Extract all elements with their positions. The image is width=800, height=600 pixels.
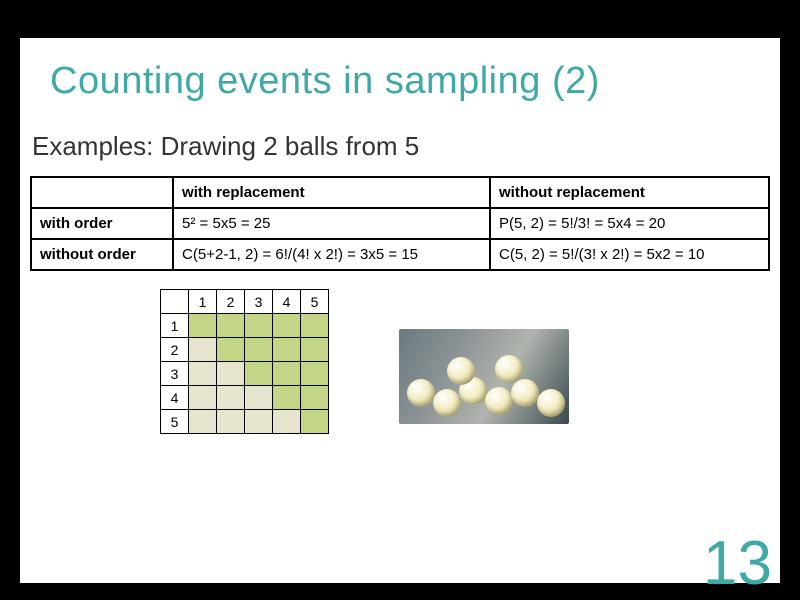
grid-row-header: 4	[161, 386, 189, 410]
cell-without-order-with-replacement: C(5+2-1, 2) = 6!/(4! x 2!) = 3x5 = 15	[173, 239, 490, 270]
grid-row-header: 2	[161, 338, 189, 362]
grid-cell	[301, 314, 329, 338]
combinatorial-grid: 1 2 3 4 5 1 2	[160, 289, 329, 434]
row-header-without-order: without order	[31, 239, 173, 270]
grid-row-header: 1	[161, 314, 189, 338]
grid-cell	[301, 338, 329, 362]
grid-cell	[301, 386, 329, 410]
grid-cell	[273, 314, 301, 338]
grid-col-header: 5	[301, 290, 329, 314]
table-corner	[31, 177, 173, 208]
grid-col-header: 2	[217, 290, 245, 314]
grid-row-header: 5	[161, 410, 189, 434]
page-number: 13	[703, 533, 772, 595]
grid-cell	[217, 314, 245, 338]
grid-cell	[273, 362, 301, 386]
slide-subtitle: Examples: Drawing 2 balls from 5	[20, 113, 780, 170]
slide: Counting events in sampling (2) Examples…	[20, 38, 780, 583]
grid-cell	[245, 362, 273, 386]
grid-cell	[273, 386, 301, 410]
grid-col-header: 3	[245, 290, 273, 314]
grid-cell	[245, 314, 273, 338]
grid-cell	[245, 338, 273, 362]
cell-with-order-with-replacement: 5² = 5x5 = 25	[173, 208, 490, 239]
grid-cell	[189, 338, 217, 362]
grid-corner	[161, 290, 189, 314]
grid-cell	[217, 338, 245, 362]
grid-cell	[245, 410, 273, 434]
grid-cell	[189, 386, 217, 410]
grid-cell	[217, 362, 245, 386]
grid-cell	[189, 362, 217, 386]
col-header-with-replacement: with replacement	[173, 177, 490, 208]
cell-without-order-without-replacement: C(5, 2) = 5!/(3! x 2!) = 5x2 = 10	[490, 239, 769, 270]
grid-cell	[189, 314, 217, 338]
lottery-balls-image	[399, 329, 569, 424]
grid-cell	[301, 410, 329, 434]
lower-content: 1 2 3 4 5 1 2	[160, 289, 780, 434]
col-header-without-replacement: without replacement	[490, 177, 769, 208]
grid-row-header: 3	[161, 362, 189, 386]
grid-col-header: 1	[189, 290, 217, 314]
cell-with-order-without-replacement: P(5, 2) = 5!/3! = 5x4 = 20	[490, 208, 769, 239]
grid-cell	[301, 362, 329, 386]
grid-cell	[273, 410, 301, 434]
grid-cell	[189, 410, 217, 434]
grid-cell	[217, 410, 245, 434]
grid-cell	[217, 386, 245, 410]
grid-cell	[245, 386, 273, 410]
slide-title: Counting events in sampling (2)	[20, 38, 780, 113]
formula-table: with replacement without replacement wit…	[30, 176, 770, 271]
grid-cell	[273, 338, 301, 362]
row-header-with-order: with order	[31, 208, 173, 239]
grid-col-header: 4	[273, 290, 301, 314]
